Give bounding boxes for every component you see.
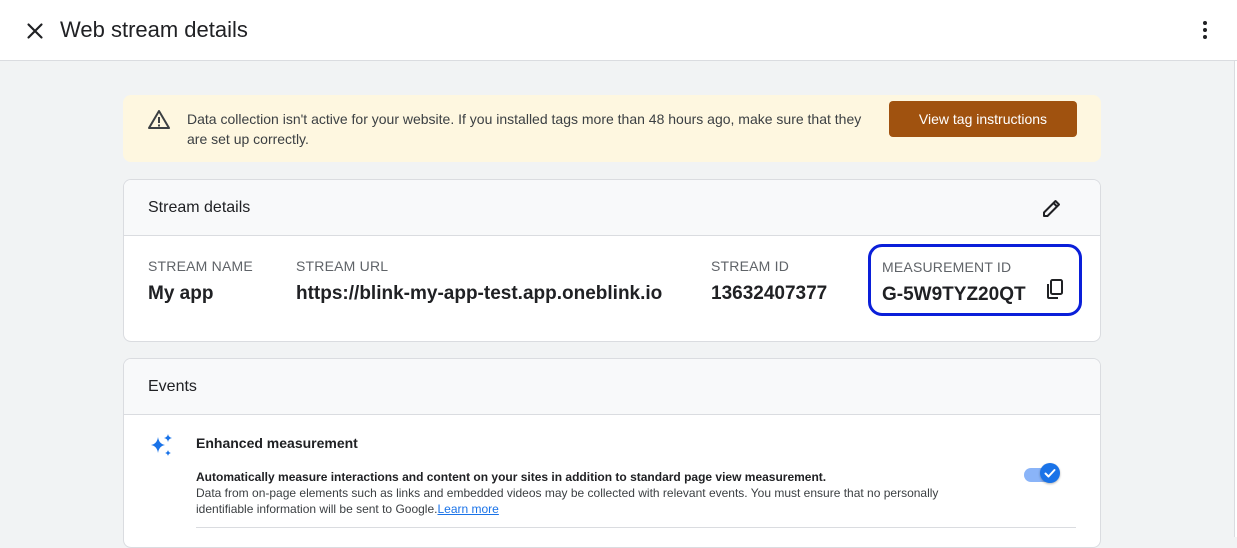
events-title: Events xyxy=(148,378,197,395)
top-app-bar: Web stream details xyxy=(0,0,1237,61)
measurement-id-label: MEASUREMENT ID xyxy=(882,259,1012,275)
stream-url-value: https://blink-my-app-test.app.oneblink.i… xyxy=(296,283,663,304)
edit-icon[interactable] xyxy=(1040,196,1064,220)
stream-name-label: STREAM NAME xyxy=(148,258,253,274)
close-icon[interactable] xyxy=(22,18,48,44)
banner-message: Data collection isn't active for your we… xyxy=(187,111,862,147)
stream-details-header: Stream details xyxy=(124,180,1100,236)
measurement-id-value: G-5W9TYZ20QT xyxy=(882,284,1026,305)
check-icon xyxy=(1044,469,1056,478)
stream-id-label: STREAM ID xyxy=(711,258,790,274)
more-vert-icon[interactable] xyxy=(1193,18,1217,42)
copy-icon[interactable] xyxy=(1043,277,1067,301)
events-header: Events xyxy=(124,359,1100,415)
enhanced-measurement-toggle[interactable] xyxy=(1024,463,1062,487)
toggle-thumb xyxy=(1040,463,1060,483)
divider xyxy=(196,527,1076,528)
enhanced-measurement-summary: Automatically measure interactions and c… xyxy=(196,470,827,484)
learn-more-link[interactable]: Learn more xyxy=(437,502,498,516)
sparkle-icon xyxy=(148,433,174,459)
warning-icon xyxy=(147,108,171,132)
enhanced-measurement-description: Automatically measure interactions and c… xyxy=(196,469,996,517)
view-tag-instructions-button[interactable]: View tag instructions xyxy=(889,101,1077,137)
stream-id-value: 13632407377 xyxy=(711,283,828,304)
enhanced-measurement-title: Enhanced measurement xyxy=(196,435,358,451)
enhanced-measurement-detail: Data from on-page elements such as links… xyxy=(196,486,939,516)
warning-banner: Data collection isn't active for your we… xyxy=(123,95,1101,162)
events-card: Events Enhanced measurement Automaticall… xyxy=(123,358,1101,548)
stream-details-title: Stream details xyxy=(148,199,251,216)
stream-url-label: STREAM URL xyxy=(296,258,389,274)
measurement-id-highlight: MEASUREMENT ID G-5W9TYZ20QT xyxy=(868,244,1082,316)
stream-details-card: Stream details STREAM NAME My app STREAM… xyxy=(123,179,1101,342)
page-title: Web stream details xyxy=(60,17,248,42)
stream-name-value: My app xyxy=(148,283,214,304)
